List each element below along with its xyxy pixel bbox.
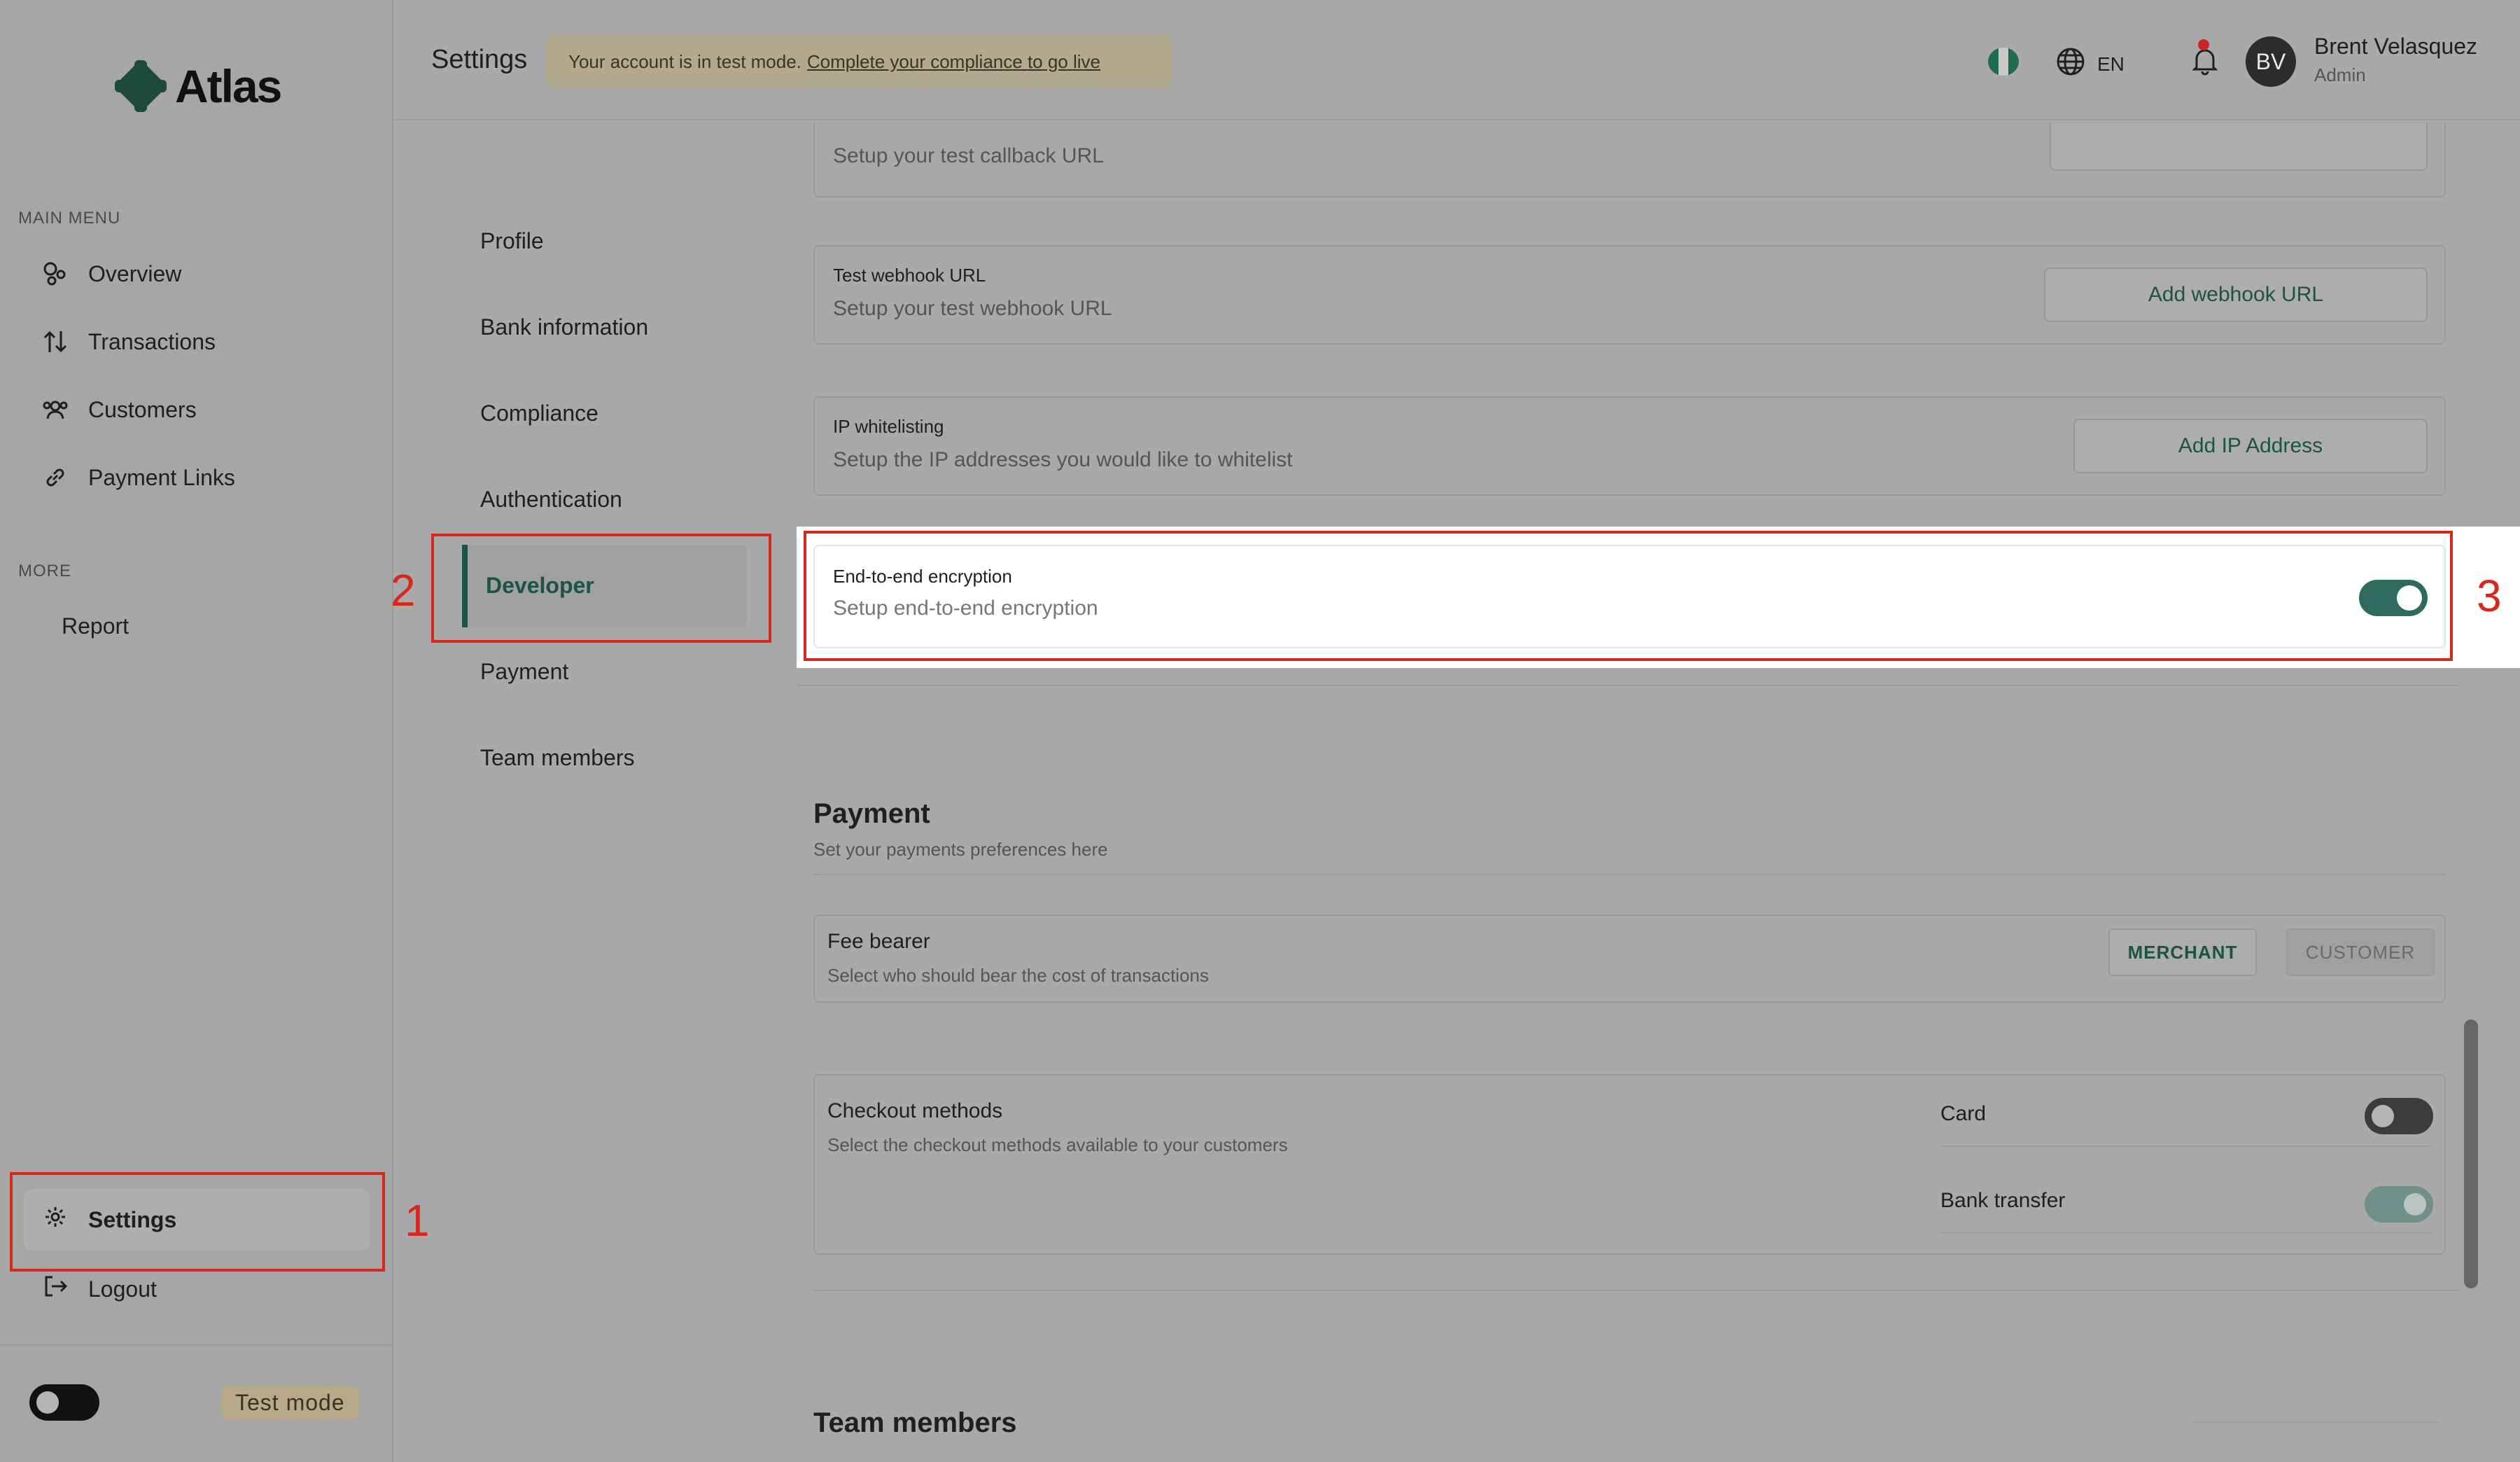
- sidebar-item-customers[interactable]: Customers: [42, 396, 197, 423]
- webhook-title: Test webhook URL: [833, 265, 986, 286]
- checkout-methods-title: Checkout methods: [827, 1099, 1003, 1122]
- callback-subtitle: Setup your test callback URL: [833, 144, 1104, 167]
- annotation-number-1: 1: [405, 1195, 430, 1246]
- fee-bearer-title: Fee bearer: [827, 930, 930, 953]
- globe-icon: [2055, 46, 2086, 82]
- more-heading: MORE: [18, 562, 71, 580]
- test-mode-toggle[interactable]: [29, 1384, 99, 1421]
- logout-label: Logout: [88, 1276, 157, 1302]
- checkout-methods-subtitle: Select the checkout methods available to…: [827, 1134, 1288, 1155]
- annotation-box-3: [804, 531, 2453, 661]
- fee-bearer-customer-option[interactable]: CUSTOMER: [2286, 928, 2435, 976]
- add-callback-url-button[interactable]: [2050, 123, 2428, 171]
- settings-tab-team-members[interactable]: Team members: [480, 745, 635, 771]
- test-mode-banner: Your account is in test mode. Complete y…: [546, 35, 1172, 88]
- settings-tab-authentication[interactable]: Authentication: [480, 487, 622, 513]
- content-scrollbar[interactable]: [2464, 1019, 2478, 1288]
- sidebar-item-label: Payment Links: [88, 464, 235, 490]
- checkout-bank-transfer-label: Bank transfer: [1940, 1189, 2066, 1212]
- annotation-box-1: [10, 1172, 385, 1272]
- sidebar-item-label: Transactions: [88, 328, 216, 354]
- sidebar-item-label: Customers: [88, 396, 197, 422]
- user-name[interactable]: Brent Velasquez: [2314, 34, 2477, 60]
- checkout-card-toggle[interactable]: [2365, 1098, 2433, 1134]
- brand-name: Atlas: [175, 60, 282, 112]
- webhook-subtitle: Setup your test webhook URL: [833, 297, 1112, 320]
- sidebar-footer: Test mode: [0, 1344, 392, 1462]
- settings-tab-bank-information[interactable]: Bank information: [480, 314, 648, 340]
- sidebar-item-report[interactable]: Report: [62, 613, 129, 639]
- test-mode-badge: Test mode: [221, 1386, 359, 1420]
- main-menu-heading: MAIN MENU: [18, 209, 121, 228]
- checkout-methods-card: Checkout methods Select the checkout met…: [813, 1074, 2446, 1255]
- user-role: Admin: [2314, 64, 2366, 85]
- ip-whitelisting-title: IP whitelisting: [833, 416, 944, 437]
- add-ip-address-button[interactable]: Add IP Address: [2073, 419, 2428, 473]
- webhook-url-card: Test webhook URL Setup your test webhook…: [813, 245, 2446, 344]
- sidebar-item-label: Report: [62, 613, 130, 639]
- payment-divider: [813, 874, 2446, 875]
- customers-icon: [42, 396, 69, 423]
- checkout-row-divider: [1940, 1232, 2432, 1234]
- brand-logo[interactable]: Atlas: [113, 59, 282, 113]
- add-webhook-url-button[interactable]: Add webhook URL: [2044, 267, 2428, 322]
- transactions-icon: [42, 328, 69, 355]
- notification-dot: [2198, 39, 2209, 50]
- team-members-section-title: Team members: [813, 1407, 1017, 1438]
- avatar[interactable]: BV: [2246, 36, 2296, 87]
- banner-text: Your account is in test mode.: [568, 50, 802, 72]
- language-selector[interactable]: EN: [2055, 46, 2124, 82]
- checkout-card-label: Card: [1940, 1102, 1987, 1125]
- payment-section-end-divider: [813, 1290, 2458, 1291]
- sidebar-item-payment-links[interactable]: Payment Links: [42, 464, 235, 491]
- logout-icon: [42, 1273, 69, 1305]
- ip-whitelisting-subtitle: Setup the IP addresses you would like to…: [833, 448, 1293, 471]
- settings-tab-payment[interactable]: Payment: [480, 659, 568, 685]
- fee-bearer-card: Fee bearer Select who should bear the co…: [813, 914, 2446, 1003]
- callback-url-card: Setup your test callback URL: [813, 123, 2446, 197]
- fee-bearer-merchant-option[interactable]: MERCHANT: [2108, 928, 2257, 976]
- link-icon: [42, 464, 69, 491]
- overview-icon: [42, 260, 69, 287]
- sidebar-item-label: Overview: [88, 260, 182, 286]
- team-members-button-edge: [2194, 1421, 2439, 1423]
- atlas-logo-icon: [113, 59, 168, 113]
- compliance-link[interactable]: Complete your compliance to go live: [807, 51, 1100, 73]
- language-code: EN: [2097, 53, 2124, 75]
- annotation-number-2: 2: [391, 565, 416, 615]
- logout-button[interactable]: Logout: [42, 1273, 157, 1305]
- country-flag-icon[interactable]: [1988, 48, 2019, 76]
- page-title: Settings: [431, 45, 528, 74]
- checkout-bank-transfer-toggle[interactable]: [2365, 1186, 2433, 1223]
- sidebar-item-overview[interactable]: Overview: [42, 260, 181, 287]
- settings-tab-compliance[interactable]: Compliance: [480, 401, 598, 426]
- ip-whitelisting-card: IP whitelisting Setup the IP addresses y…: [813, 396, 2446, 496]
- sidebar-item-transactions[interactable]: Transactions: [42, 328, 216, 355]
- annotation-box-2: [431, 534, 771, 643]
- payment-section-subtitle: Set your payments preferences here: [813, 839, 1108, 860]
- fee-bearer-subtitle: Select who should bear the cost of trans…: [827, 965, 1209, 986]
- payment-section-title: Payment: [813, 798, 930, 829]
- annotation-number-3: 3: [2477, 571, 2502, 621]
- top-header: Settings Your account is in test mode. C…: [393, 0, 2520, 120]
- settings-tab-profile[interactable]: Profile: [480, 228, 544, 254]
- checkout-row-divider: [1940, 1146, 2432, 1147]
- section-divider: [797, 685, 2458, 686]
